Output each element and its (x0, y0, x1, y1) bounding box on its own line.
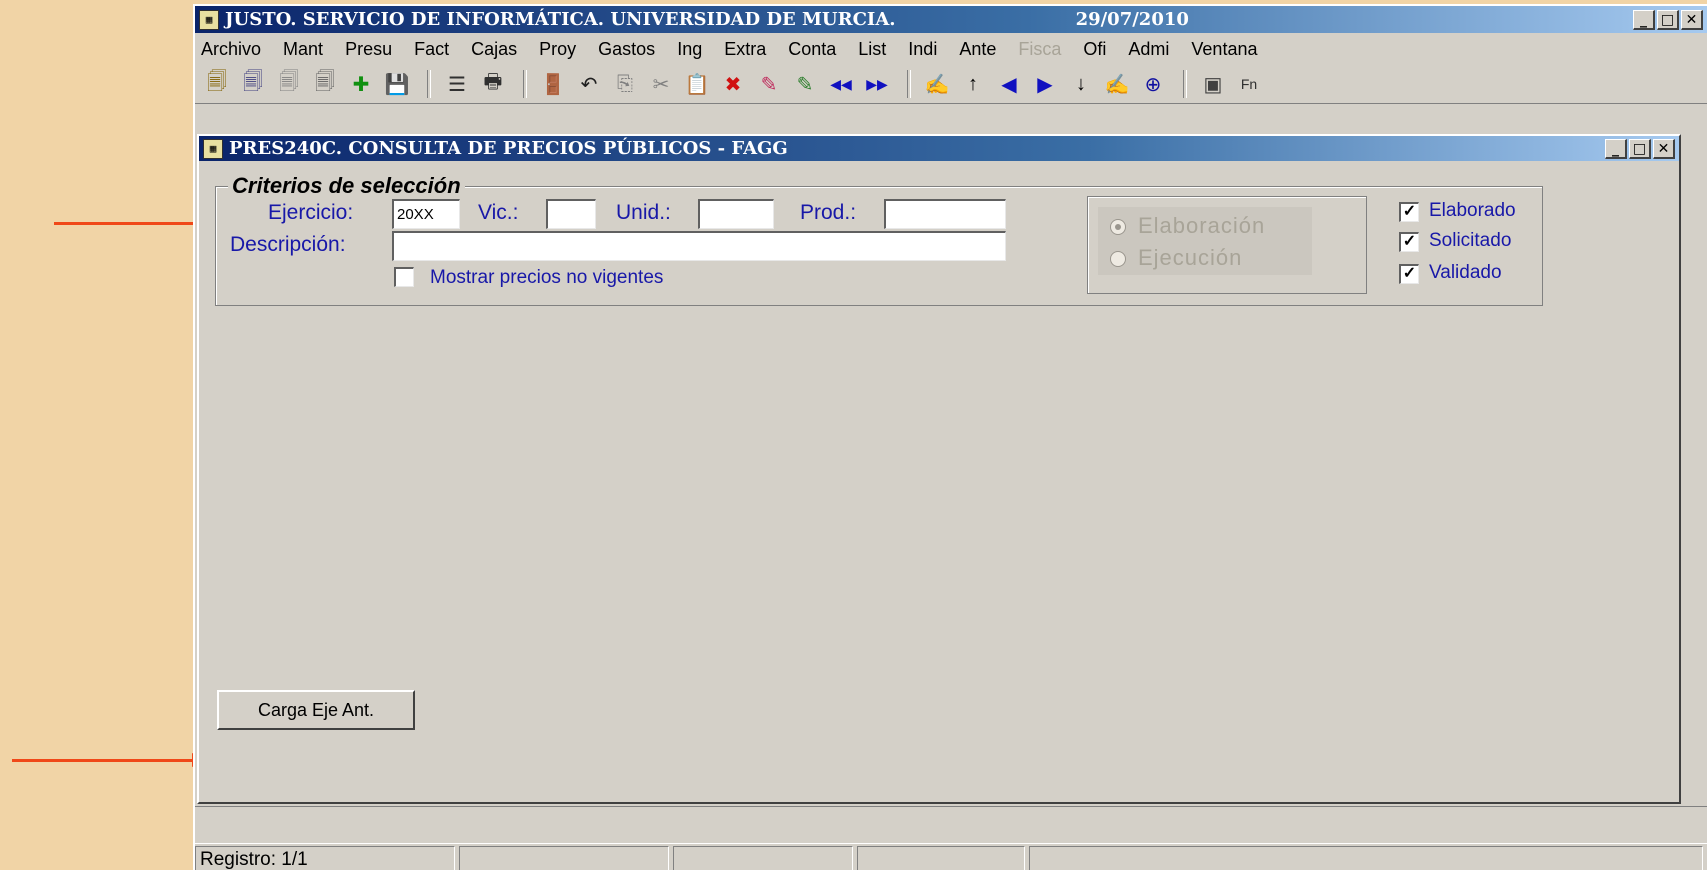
menu-presu[interactable]: Presu (345, 39, 392, 60)
paste-icon[interactable]: 📋 (681, 69, 713, 99)
form-minimize-button[interactable]: _ (1605, 138, 1627, 159)
menu-extra[interactable]: Extra (724, 39, 766, 60)
menu-gastos[interactable]: Gastos (598, 39, 655, 60)
menu-cajas[interactable]: Cajas (471, 39, 517, 60)
ejecucion-radio[interactable] (1110, 251, 1126, 267)
exit-icon[interactable]: 🚪 (537, 69, 569, 99)
carga-eje-ant-button[interactable]: Carga Eje Ant. (217, 690, 415, 730)
notes-icon[interactable]: ▣ (1197, 69, 1229, 99)
cancel-query-icon[interactable]: 🗐 (273, 69, 305, 99)
form-maximize-button[interactable]: □ (1629, 138, 1651, 159)
ejecucion-label: Ejecución (1138, 245, 1243, 270)
list-of-values-icon[interactable]: ✍ (921, 69, 953, 99)
validado-checkbox[interactable]: ✓ (1399, 264, 1419, 284)
elaborado-checkbox[interactable]: ✓ (1399, 202, 1419, 222)
ejercicio-label: Ejercicio: (268, 201, 354, 224)
menu-fact[interactable]: Fact (414, 39, 449, 60)
print-icon[interactable]: 🖶 (477, 69, 509, 99)
edit-icon[interactable]: ✍ (1101, 69, 1133, 99)
form-close-button[interactable]: ✕ (1653, 138, 1675, 159)
elaboracion-radio[interactable] (1110, 219, 1126, 235)
menu-bar: Archivo Mant Presu Fact Cajas Proy Gastos Ing Ex… (195, 33, 1707, 65)
status-cell-5 (1029, 846, 1703, 870)
toolbar-separator (523, 70, 527, 98)
ejercicio-field[interactable] (392, 199, 460, 229)
message-line (195, 806, 1707, 844)
print-preview-icon[interactable]: ☰ (441, 69, 473, 99)
maximize-button[interactable]: □ (1657, 9, 1679, 30)
solicitado-label: Solicitado (1429, 230, 1512, 251)
form-title: PRES240C. CONSULTA DE PRECIOS PÚBLICOS -… (229, 138, 788, 159)
next-record-icon[interactable]: ▶ (1029, 69, 1061, 99)
vic-label: Vic.: (478, 201, 519, 224)
clear-field-icon[interactable]: ✎ (753, 69, 785, 99)
mostrar-precios-label: Mostrar precios no vigentes (430, 267, 664, 288)
descripcion-field[interactable] (392, 231, 1006, 261)
unid-label: Unid.: (616, 201, 671, 224)
menu-ing[interactable]: Ing (677, 39, 702, 60)
selection-criteria-legend: Criterios de selección (228, 173, 465, 199)
menu-proy[interactable]: Proy (539, 39, 576, 60)
insert-record-icon[interactable]: ✚ (345, 69, 377, 99)
first-record-icon[interactable]: ◀◀ (825, 69, 857, 99)
toolbar-separator (1183, 70, 1187, 98)
solicitado-checkbox[interactable]: ✓ (1399, 232, 1419, 252)
cut-icon[interactable]: ✂ (645, 69, 677, 99)
last-record-icon[interactable]: ▶▶ (861, 69, 893, 99)
status-cell-2 (459, 846, 669, 870)
validado-label: Validado (1429, 262, 1502, 283)
delete-record-icon[interactable]: ✖ (717, 69, 749, 99)
previous-record-icon[interactable]: ◀ (993, 69, 1025, 99)
phase-radio-group: Elaboración Ejecución (1087, 196, 1367, 294)
save-icon[interactable]: 💾 (381, 69, 413, 99)
prod-label: Prod.: (800, 201, 857, 224)
previous-block-icon[interactable]: ↑ (957, 69, 989, 99)
menu-list[interactable]: List (858, 39, 886, 60)
clear-record-icon[interactable]: ✎ (789, 69, 821, 99)
undo-icon[interactable]: ↶ (573, 69, 605, 99)
menu-ventana[interactable]: Ventana (1191, 39, 1257, 60)
menu-archivo[interactable]: Archivo (201, 39, 261, 60)
close-button[interactable]: ✕ (1681, 9, 1703, 30)
status-cell-3 (673, 846, 853, 870)
app-title: JUSTO. SERVICIO DE INFORMÁTICA. UNIVERSI… (225, 9, 896, 30)
toolbar: 🗐 🗐 🗐 🗐 ✚ 💾 ☰ 🖶 🚪 ↶ ⎘ ✂ 📋 ✖ ✎ ✎ ◀◀ ▶▶ ✍ ↑ ◀ ▶ ↓ ✍ ⊕ ▣ Fn (195, 65, 1707, 104)
copy-icon[interactable]: ⎘ (609, 69, 641, 99)
app-titlebar: ▦ JUSTO. SERVICIO DE INFORMÁTICA. UNIVER… (195, 6, 1707, 33)
descripcion-label: Descripción: (230, 233, 346, 256)
function-keys-icon[interactable]: Fn (1233, 69, 1265, 99)
form-logo-icon: ▦ (203, 138, 223, 159)
count-query-icon[interactable]: 🗐 (309, 69, 341, 99)
menu-ofi[interactable]: Ofi (1083, 39, 1106, 60)
vic-field[interactable] (546, 199, 596, 229)
elaborado-label: Elaborado (1429, 200, 1516, 221)
execute-query-icon[interactable]: 🗐 (237, 69, 269, 99)
next-block-icon[interactable]: ↓ (1065, 69, 1097, 99)
query-icon[interactable]: 🗐 (201, 69, 233, 99)
zoom-icon[interactable]: ⊕ (1137, 69, 1169, 99)
toolbar-separator (907, 70, 911, 98)
prod-field[interactable] (884, 199, 1006, 229)
status-registro: Registro: 1/1 (195, 846, 455, 870)
app-date: 29/07/2010 (1075, 9, 1189, 30)
form-titlebar: ▦ PRES240C. CONSULTA DE PRECIOS PÚBLICOS… (199, 136, 1679, 161)
minimize-button[interactable]: _ (1633, 9, 1655, 30)
annotation-arrow-carga-button (12, 753, 208, 767)
mostrar-precios-checkbox[interactable] (394, 267, 414, 287)
unid-field[interactable] (698, 199, 774, 229)
menu-indi[interactable]: Indi (908, 39, 937, 60)
menu-ante[interactable]: Ante (959, 39, 996, 60)
elaboracion-label: Elaboración (1138, 213, 1266, 238)
status-bar: Registro: 1/1 (195, 846, 1707, 870)
menu-mant[interactable]: Mant (283, 39, 323, 60)
menu-conta[interactable]: Conta (788, 39, 836, 60)
app-logo-icon: ▦ (199, 9, 219, 30)
app-window: ▦ JUSTO. SERVICIO DE INFORMÁTICA. UNIVER… (193, 4, 1707, 870)
status-cell-4 (857, 846, 1025, 870)
form-window: ▦ PRES240C. CONSULTA DE PRECIOS PÚBLICOS… (197, 134, 1681, 804)
toolbar-separator (427, 70, 431, 98)
menu-fisca: Fisca (1018, 38, 1062, 59)
menu-admi[interactable]: Admi (1128, 39, 1169, 60)
